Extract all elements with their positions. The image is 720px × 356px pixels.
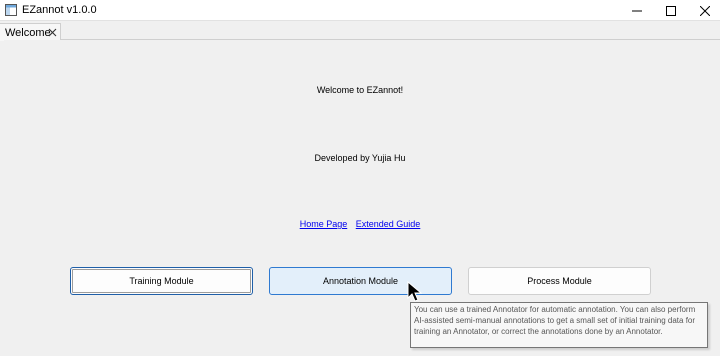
minimize-icon: [632, 10, 642, 11]
training-module-button[interactable]: Training Module: [70, 267, 253, 295]
title-bar: EZannot v1.0.0: [0, 0, 720, 21]
window-title: EZannot v1.0.0: [22, 4, 97, 16]
close-icon: [700, 5, 710, 16]
extended-guide-link[interactable]: Extended Guide: [356, 219, 421, 229]
tab-label: Welcome: [5, 27, 51, 39]
annotation-module-tooltip: You can use a trained Annotator for auto…: [410, 302, 708, 348]
tab-welcome[interactable]: Welcome: [0, 23, 61, 41]
tab-close-icon[interactable]: [48, 28, 57, 37]
annotation-module-button[interactable]: Annotation Module: [269, 267, 452, 295]
minimize-button[interactable]: [620, 0, 654, 21]
process-module-button[interactable]: Process Module: [468, 267, 651, 295]
developer-credit: Developed by Yujia Hu: [314, 153, 406, 163]
maximize-button[interactable]: [654, 0, 688, 21]
close-button[interactable]: [688, 0, 720, 21]
welcome-message: Welcome to EZannot!: [316, 85, 404, 95]
tab-bar: Welcome: [0, 21, 720, 41]
maximize-icon: [666, 5, 676, 16]
mouse-pointer-icon: [407, 281, 423, 302]
app-window-icon: [5, 4, 17, 16]
links-row: Home Page Extended Guide: [0, 219, 720, 229]
home-page-link[interactable]: Home Page: [300, 219, 348, 229]
